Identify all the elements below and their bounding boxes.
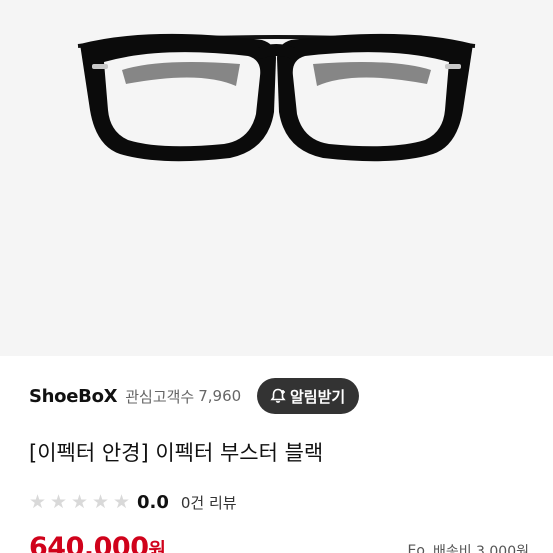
star-icon: ★ [71, 491, 89, 513]
product-page: ShoeBoX 관심고객수 7,960 알림받기 [이펙터 안경] 이펙터 부스… [0, 0, 553, 553]
price-row: 640,000원 Eo 배송비 3,000원 [29, 532, 529, 553]
delivery-truck-icon: Eo [407, 543, 425, 553]
seller-name[interactable]: ShoeBoX [29, 386, 118, 407]
star-icon: ★ [29, 491, 47, 513]
shipping-info: Eo 배송비 3,000원 [408, 541, 529, 553]
price-value: 640,000 [29, 532, 149, 553]
shipping-fee: 배송비 3,000원 [432, 544, 529, 553]
seller-row: ShoeBoX 관심고객수 7,960 알림받기 [29, 378, 529, 414]
product-title: [이펙터 안경] 이펙터 부스터 블랙 [29, 441, 324, 465]
alert-button-label: 알림받기 [290, 387, 346, 406]
review-count-link[interactable]: 0건 리뷰 [181, 492, 237, 513]
alert-subscribe-button[interactable]: 알림받기 [257, 378, 360, 414]
watchers-count: 7,960 [198, 387, 242, 405]
rating-score: 0.0 [137, 491, 169, 513]
eyeglasses-image [77, 33, 476, 162]
price-unit: 원 [148, 539, 166, 553]
rating-stars: ★ ★ ★ ★ ★ [29, 490, 134, 514]
bell-plus-icon [269, 387, 287, 405]
rating-row[interactable]: ★ ★ ★ ★ ★ 0.0 0건 리뷰 [29, 490, 237, 514]
star-icon: ★ [113, 491, 131, 513]
product-image[interactable] [0, 0, 553, 356]
star-icon: ★ [92, 491, 110, 513]
watchers-label: 관심고객수 [125, 387, 195, 406]
star-icon: ★ [50, 491, 68, 513]
